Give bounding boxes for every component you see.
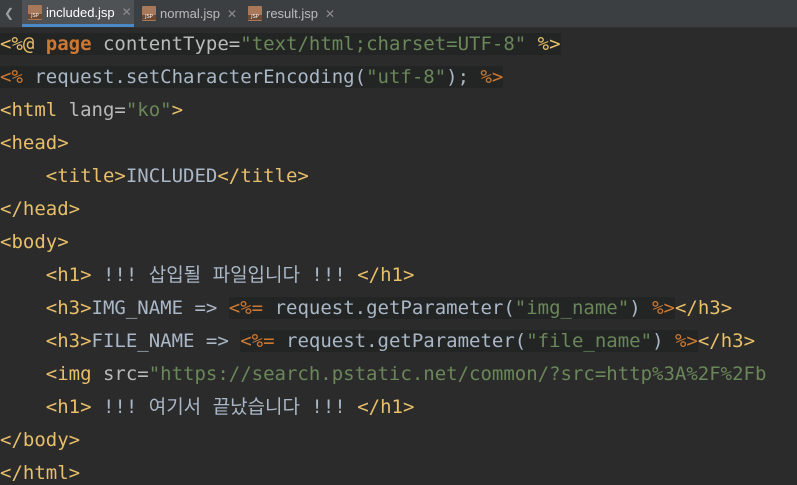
code-line: <head> (0, 127, 69, 160)
code-line: </head> (0, 193, 80, 226)
close-icon[interactable]: ✕ (122, 6, 132, 18)
code-text: request.setCharacterEncoding( (22, 66, 367, 88)
jsp-file-icon (248, 6, 262, 21)
code-line: <h3>IMG_NAME => <%= request.getParameter… (0, 292, 732, 325)
string-literal: "utf-8" (366, 66, 447, 88)
code-line: <title>INCLUDED</title> (0, 160, 309, 193)
code-text: !!! 여기서 끝났습니다 !!! (91, 396, 358, 418)
html-tag: </body> (0, 429, 81, 451)
html-tag: </h1> (357, 396, 415, 418)
html-tag: <body> (0, 231, 69, 253)
code-editor[interactable]: <%@ page contentType="text/html;charset=… (0, 28, 797, 485)
scriptlet-open: <% (0, 66, 23, 88)
code-text: FILE_NAME => (91, 330, 241, 352)
code-line: <h1> !!! 여기서 끝났습니다 !!! </h1> (0, 391, 415, 424)
html-tag: <h3> (0, 297, 92, 319)
attribute: contentType= (91, 33, 241, 55)
html-tag: </title> (217, 165, 309, 187)
code-line: <body> (0, 226, 69, 259)
code-text: ) (652, 330, 675, 352)
attribute: lang= (68, 99, 126, 121)
code-text: ); (446, 66, 481, 88)
code-line: <h3>FILE_NAME => <%= request.getParamete… (0, 325, 755, 358)
scriptlet-close: %> (480, 66, 504, 88)
code-line: <h1> !!! 삽입될 파일입니다 !!! </h1> (0, 259, 415, 292)
code-text: ) (629, 297, 653, 319)
tab-label: normal.jsp (160, 6, 220, 21)
jsp-file-icon (28, 4, 42, 20)
code-text: request.getParameter( (274, 330, 527, 352)
html-tag: </h1> (357, 264, 415, 286)
tab-label: included.jsp (46, 4, 115, 20)
string-literal: "text/html;charset=UTF-8" (240, 33, 527, 55)
tab-included-jsp[interactable]: included.jsp ✕ (22, 0, 134, 27)
code-text: INCLUDED (125, 165, 218, 187)
string-literal: "file_name" (526, 330, 653, 352)
html-tag: > (171, 99, 184, 121)
expression-close: %> (674, 330, 698, 352)
attribute: src= (102, 363, 149, 385)
expression-open: <%= (240, 330, 275, 352)
tab-result-jsp[interactable]: result.jsp ✕ (242, 0, 342, 27)
html-tag: </html> (0, 462, 81, 484)
html-tag: <head> (0, 132, 69, 154)
close-icon[interactable]: ✕ (325, 8, 335, 20)
tab-label: result.jsp (266, 6, 319, 21)
editor-tab-bar: ❮ included.jsp ✕ normal.jsp ✕ result.jsp… (0, 0, 797, 28)
html-tag: </h3> (697, 330, 756, 352)
html-tag: </h3> (674, 297, 733, 319)
code-line: <% request.setCharacterEncoding("utf-8")… (0, 61, 504, 94)
expression-open: <%= (228, 297, 264, 319)
html-tag: <html (0, 99, 69, 121)
tab-scroll-left-icon[interactable]: ❮ (0, 0, 18, 27)
string-literal: "ko" (125, 99, 172, 121)
tab-normal-jsp[interactable]: normal.jsp ✕ (136, 0, 238, 27)
code-line: <html lang="ko"> (0, 94, 183, 127)
code-line: </body> (0, 424, 80, 457)
code-text: IMG_NAME => (91, 297, 229, 319)
string-literal: "https://search.pstatic.net/common/?src=… (148, 363, 767, 385)
html-tag: <img (0, 363, 103, 385)
keyword: page (45, 33, 92, 55)
html-tag: <h1> (0, 264, 92, 286)
html-tag: </head> (0, 198, 81, 220)
string-literal: "img_name" (514, 297, 630, 319)
html-tag: <h1> (0, 396, 92, 418)
code-line: <img src="https://search.pstatic.net/com… (0, 358, 767, 391)
code-line: </html> (0, 457, 80, 485)
html-tag: <h3> (0, 330, 92, 352)
directive-open: <%@ (0, 33, 46, 55)
jsp-file-icon (142, 6, 156, 21)
html-tag: <title> (0, 165, 126, 187)
code-text: request.getParameter( (263, 297, 515, 319)
close-icon[interactable]: ✕ (227, 8, 237, 20)
code-text: !!! 삽입될 파일입니다 !!! (91, 264, 358, 286)
expression-close: %> (652, 297, 675, 319)
directive-close: %> (526, 33, 561, 55)
code-line: <%@ page contentType="text/html;charset=… (0, 28, 561, 61)
